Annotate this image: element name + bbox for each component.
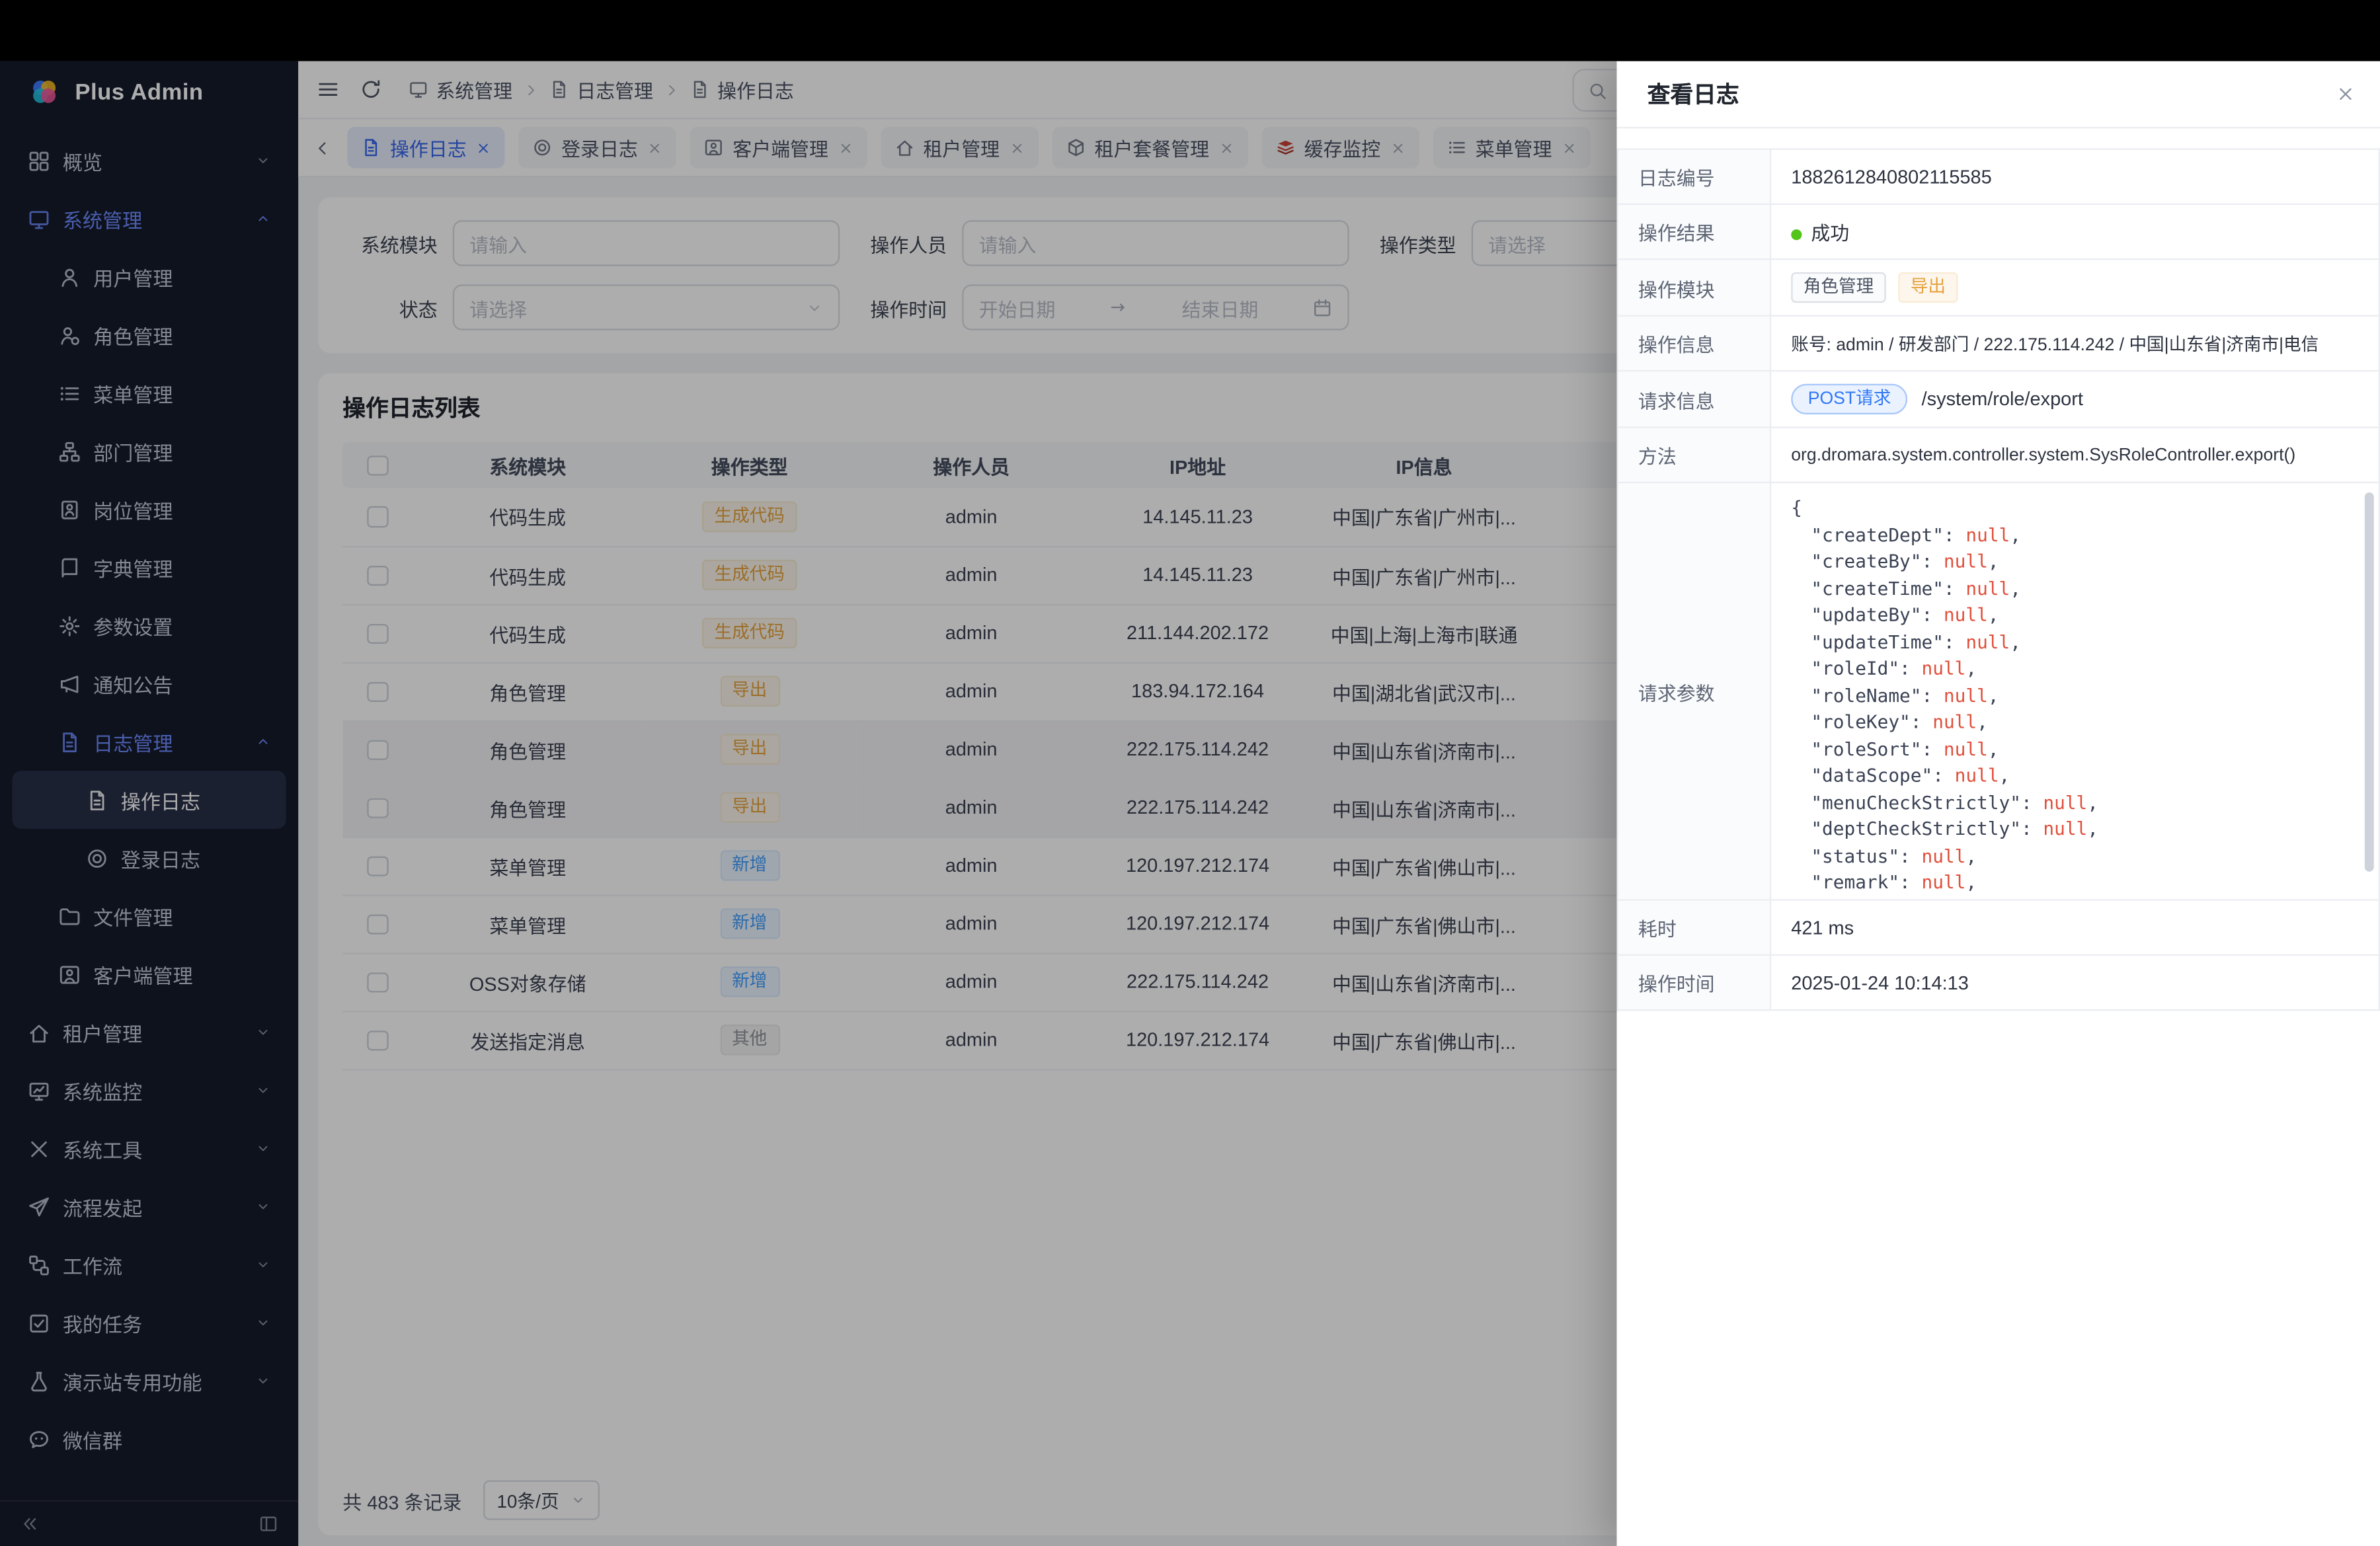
drawer-title: 查看日志 — [1647, 78, 1739, 110]
drawer-body: 日志编号 1882612840802115585 操作结果 成功 操作模块 角色… — [1617, 128, 2380, 1546]
field-label: 操作结果 — [1618, 204, 1770, 259]
field-label: 操作模块 — [1618, 259, 1770, 316]
operation-time-value: 2025-01-24 10:14:13 — [1770, 955, 2379, 1010]
field-label: 日志编号 — [1618, 149, 1770, 204]
result-value: 成功 — [1811, 223, 1849, 245]
detail-row-log-id: 日志编号 1882612840802115585 — [1618, 149, 2379, 204]
log-id-value: 1882612840802115585 — [1770, 149, 2379, 204]
log-details-table: 日志编号 1882612840802115585 操作结果 成功 操作模块 角色… — [1617, 148, 2380, 1011]
drawer-header: 查看日志 — [1617, 61, 2380, 129]
detail-row-request: 请求信息 POST请求/system/role/export — [1618, 371, 2379, 428]
drawer-close-icon[interactable] — [2336, 84, 2356, 104]
app-root: Plus Admin 概览系统管理用户管理角色管理菜单管理部门管理岗位管理字典管… — [0, 0, 2380, 1546]
field-label: 请求参数 — [1618, 483, 1770, 900]
view-log-drawer: 查看日志 日志编号 1882612840802115585 操作结果 成功 — [1617, 61, 2380, 1546]
detail-row-params: 请求参数 {"createDept": null,"createBy": nul… — [1618, 483, 2379, 900]
top-strip — [0, 0, 2380, 61]
module-value-cell: 角色管理导出 — [1770, 259, 2379, 316]
detail-row-module: 操作模块 角色管理导出 — [1618, 259, 2379, 316]
field-label: 方法 — [1618, 428, 1770, 483]
detail-row-result: 操作结果 成功 — [1618, 204, 2379, 259]
detail-row-duration: 耗时 421 ms — [1618, 900, 2379, 955]
field-label: 请求信息 — [1618, 371, 1770, 428]
field-label: 操作信息 — [1618, 316, 1770, 371]
success-dot — [1791, 230, 1802, 241]
action-type-tag: 导出 — [1898, 272, 1958, 303]
code-scrollbar[interactable] — [2365, 492, 2374, 890]
detail-row-method: 方法 org.dromara.system.controller.system.… — [1618, 428, 2379, 483]
request-url: /system/role/export — [1922, 389, 2083, 410]
duration-value: 421 ms — [1770, 900, 2379, 955]
module-tag: 角色管理 — [1791, 272, 1885, 303]
scrollbar-thumb[interactable] — [2365, 492, 2374, 872]
result-value-cell: 成功 — [1770, 204, 2379, 259]
method-value: org.dromara.system.controller.system.Sys… — [1770, 428, 2379, 483]
detail-row-time: 操作时间 2025-01-24 10:14:13 — [1618, 955, 2379, 1010]
operation-info-value: 账号: admin / 研发部门 / 222.175.114.242 / 中国|… — [1770, 316, 2379, 371]
request-info-cell: POST请求/system/role/export — [1770, 371, 2379, 428]
field-label: 耗时 — [1618, 900, 1770, 955]
field-label: 操作时间 — [1618, 955, 1770, 1010]
post-request-tag: POST请求 — [1791, 384, 1908, 414]
detail-row-info: 操作信息 账号: admin / 研发部门 / 222.175.114.242 … — [1618, 316, 2379, 371]
request-params-json: {"createDept": null,"createBy": null,"cr… — [1771, 483, 2379, 899]
request-params-cell: {"createDept": null,"createBy": null,"cr… — [1770, 483, 2379, 900]
